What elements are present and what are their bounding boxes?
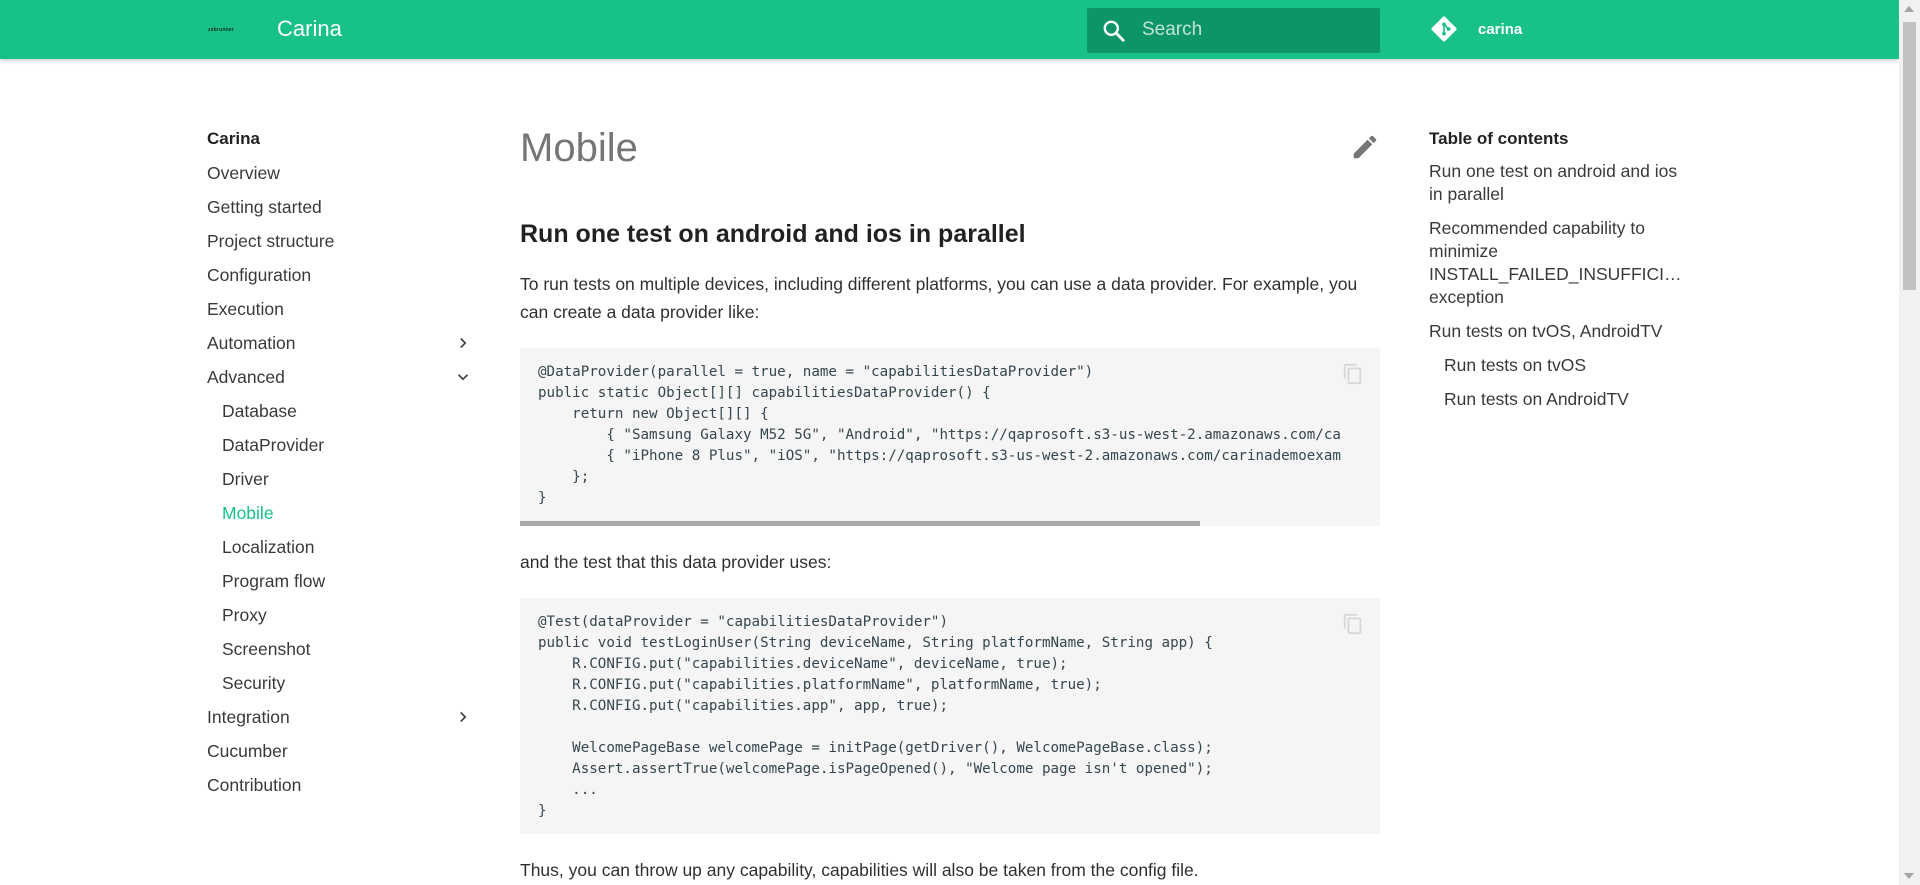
code-block-data-provider[interactable]: @DataProvider(parallel = true, name = "c… [520,348,1380,526]
nav-item-getting-started[interactable]: Getting started [207,194,472,228]
nav-item-contribution[interactable]: Contribution [207,772,472,806]
toc-item-label: Recommended capability to minimize [1429,218,1645,261]
nav-item-driver[interactable]: Driver [207,466,472,500]
nav-item-cucumber[interactable]: Cucumber [207,738,472,772]
nav-item-overview[interactable]: Overview [207,160,472,194]
nav-item-label: Getting started [207,197,322,217]
nav-item-security[interactable]: Security [207,670,472,704]
nav-item-label: Execution [207,299,284,319]
nav-title: Carina [207,129,260,148]
table-of-contents: Table of contents Run one test on androi… [1429,126,1693,422]
scroll-down-arrow-icon[interactable] [1904,873,1914,879]
horizontal-scrollbar[interactable] [520,521,1200,526]
git-icon [1431,16,1457,42]
nav-item-label: Advanced [207,367,285,387]
toc-item[interactable]: Run tests on tvOS, AndroidTV [1429,320,1693,343]
toc-item[interactable]: Run one test on android and ios in paral… [1429,160,1693,206]
nav-item-label: Screenshot [222,639,311,659]
scroll-up-arrow-icon[interactable] [1904,6,1914,12]
intro-paragraph: To run tests on multiple devices, includ… [520,274,1358,322]
summary-paragraph: Thus, you can throw up any capability, c… [520,860,1199,880]
code-block-test[interactable]: @Test(dataProvider = "capabilitiesDataPr… [520,598,1380,834]
nav-item-configuration[interactable]: Configuration [207,262,472,296]
search-box[interactable] [1087,8,1380,53]
chevron-right-icon[interactable] [454,334,472,352]
nav-item-screenshot[interactable]: Screenshot [207,636,472,670]
nav-item-mobile[interactable]: Mobile [207,500,472,534]
nav-item-program-flow[interactable]: Program flow [207,568,472,602]
toc-item[interactable]: Recommended capability to minimize INSTA… [1429,217,1693,309]
nav-item-advanced[interactable]: Advanced [207,364,472,398]
search-input[interactable] [1142,17,1362,43]
nav-item-proxy[interactable]: Proxy [207,602,472,636]
nav-item-label: Proxy [222,605,267,625]
chevron-right-icon[interactable] [454,708,472,726]
nav-item-database[interactable]: Database [207,398,472,432]
page-scrollbar[interactable] [1899,0,1920,885]
repo-link[interactable]: carina [1430,14,1522,44]
nav-item-label: Database [222,401,297,421]
nav-list: Overview Getting started Project structure… [207,160,472,806]
search-icon[interactable] [1101,18,1127,44]
nav-item-label: Configuration [207,265,312,285]
site-title: Carina [277,16,342,41]
nav-item-label: DataProvider [222,435,325,455]
nav-item-label: Project structure [207,231,335,251]
nav-item-label: Contribution [207,775,302,795]
top-header: zebrunner Carina carina [0,0,1899,59]
nav-item-execution[interactable]: Execution [207,296,472,330]
nav-item-automation[interactable]: Automation [207,330,472,364]
toc-subitem[interactable]: Run tests on tvOS [1429,354,1693,377]
nav-item-label: Localization [222,537,315,557]
nav-item-label: Cucumber [207,741,288,761]
nav-item-label: Driver [222,469,269,489]
repo-name[interactable]: carina [1478,21,1522,38]
copy-icon[interactable] [1342,612,1364,636]
nav-item-dataprovider[interactable]: DataProvider [207,432,472,466]
page-title: Mobile [520,126,638,170]
section-heading: Run one test on android and ios in paral… [520,220,1026,248]
nav-item-localization[interactable]: Localization [207,534,472,568]
code-text: @Test(dataProvider = "capabilitiesDataPr… [538,614,1213,819]
nav-item-label: Program flow [222,571,326,591]
nav-item-project-structure[interactable]: Project structure [207,228,472,262]
left-navigation: Carina Overview Getting started Project st… [207,126,472,806]
toc-title: Table of contents [1429,129,1569,148]
main-content: Mobile Run one test on android and ios i… [520,120,1380,884]
toc-item-label: INSTALL_FAILED_INSUFFICIENT_STORAGE [1429,264,1693,284]
test-paragraph: and the test that this data provider use… [520,552,832,572]
toc-subitem[interactable]: Run tests on AndroidTV [1429,388,1693,411]
zebrunner-logo[interactable]: zebrunner [207,25,235,34]
nav-item-label: Mobile [222,503,274,523]
nav-item-integration[interactable]: Integration [207,704,472,738]
copy-icon[interactable] [1342,362,1364,386]
nav-item-label: Overview [207,163,280,183]
scrollbar-thumb[interactable] [1903,22,1916,290]
edit-pencil-icon[interactable] [1350,132,1380,162]
nav-item-label: Integration [207,707,290,727]
code-text: @DataProvider(parallel = true, name = "c… [538,364,1341,506]
nav-item-label: Security [222,673,286,693]
chevron-down-icon[interactable] [454,368,472,386]
toc-item-label: exception [1429,287,1504,307]
nav-item-label: Automation [207,333,296,353]
